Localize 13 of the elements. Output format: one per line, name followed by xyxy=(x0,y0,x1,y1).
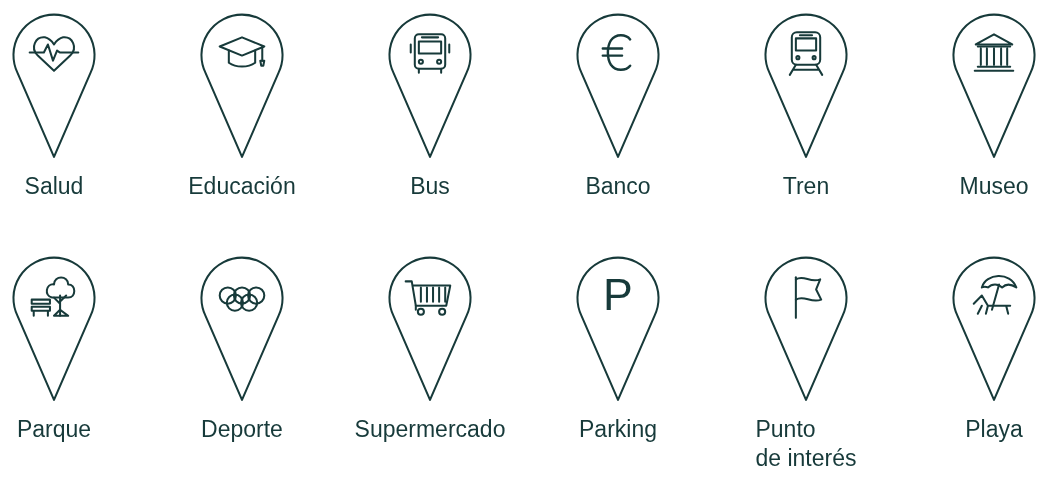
pin-label: Banco xyxy=(585,172,651,201)
pin-label: Educación xyxy=(188,172,296,201)
pin-label: Bus xyxy=(410,172,450,201)
pin-label: Tren xyxy=(782,172,830,201)
pin-label: Deporte xyxy=(201,414,283,444)
pin-label: Museo xyxy=(959,172,1029,201)
pin-label: Parque xyxy=(16,414,92,444)
pin-label: Playa xyxy=(965,414,1023,444)
parking-letter: P xyxy=(603,269,633,319)
pin-label: Supermercado xyxy=(354,414,506,444)
pin-label: Punto de interés xyxy=(755,414,857,473)
pin-label: Parking xyxy=(579,414,657,444)
pin-label: Salud xyxy=(24,172,84,201)
